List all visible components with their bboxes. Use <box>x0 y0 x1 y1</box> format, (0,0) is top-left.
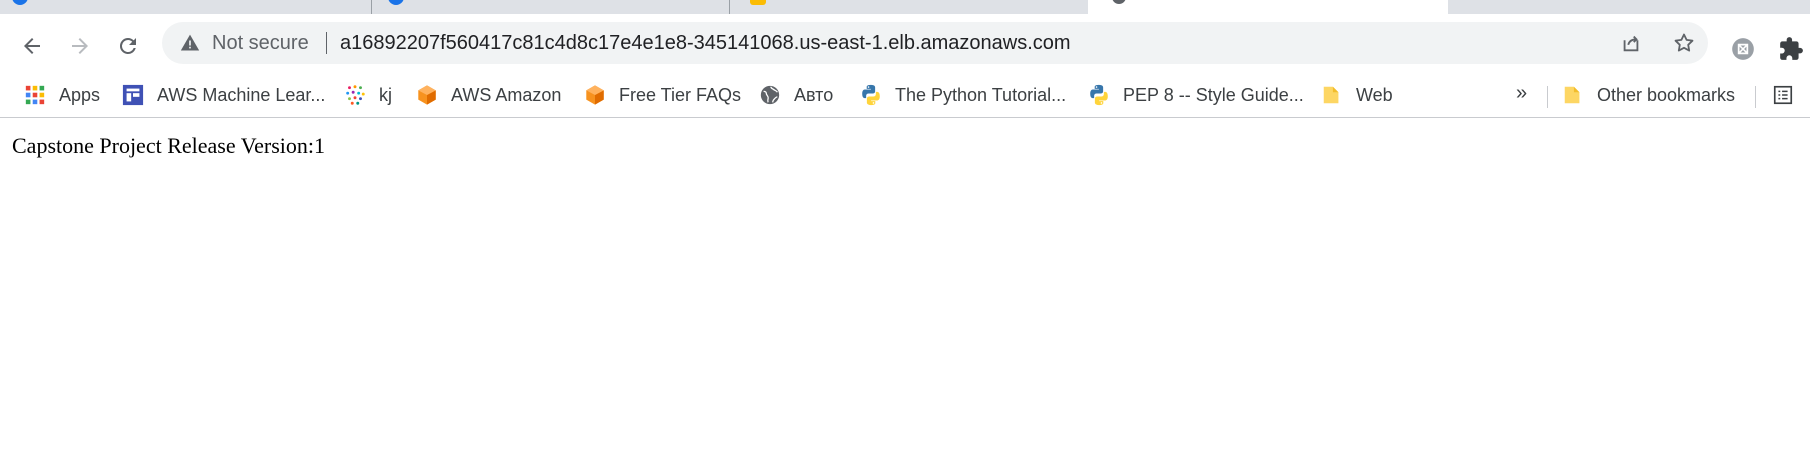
reload-icon <box>119 37 136 54</box>
bookmark-free-tier-faqs[interactable]: Free Tier FAQs <box>584 80 741 110</box>
omnibox-divider <box>326 32 327 54</box>
bookmark-aws-machine-learning[interactable]: AWS Machine Lear... <box>122 80 325 110</box>
tab-favicon <box>388 0 404 5</box>
bookmark-label: Apps <box>59 85 101 105</box>
tab-favicon <box>750 0 766 5</box>
aws-cube-icon <box>586 85 604 105</box>
star-icon[interactable] <box>1672 31 1696 55</box>
bookmark-aws-amazon[interactable]: AWS Amazon <box>416 80 561 110</box>
bookmark-label: kj <box>379 85 392 105</box>
tab-favicon <box>12 0 28 5</box>
share-icon[interactable] <box>1620 32 1642 54</box>
tab-strip <box>0 0 1810 14</box>
python-icon <box>862 84 880 106</box>
bookmark-label: PEP 8 -- Style Guide... <box>1123 85 1304 105</box>
bookmarks-overflow-button[interactable]: » <box>1516 82 1527 105</box>
bookmark-label: AWS Machine Lear... <box>157 85 326 105</box>
apps-grid-icon <box>25 85 45 105</box>
colorful-dots-icon <box>346 85 365 105</box>
aws-cube-icon <box>418 85 436 105</box>
arrow-right-icon <box>72 38 88 54</box>
security-label[interactable]: Not secure <box>212 33 309 53</box>
bookmark-python-tutorial[interactable]: The Python Tutorial... <box>860 80 1066 110</box>
reading-list-button[interactable] <box>1772 80 1807 110</box>
bookmark-label: The Python Tutorial... <box>895 85 1067 105</box>
tab-favicon <box>1112 0 1126 4</box>
tab-active[interactable] <box>1088 0 1448 14</box>
bookmarks-divider <box>1547 86 1548 108</box>
tab-strip-empty <box>1448 0 1810 14</box>
browser-toolbar: Not secure a16892207f560417c81c4d8c17e4e… <box>0 14 1810 74</box>
bookmark-label: Web <box>1356 85 1393 105</box>
bookmark-pep8[interactable]: PEP 8 -- Style Guide... <box>1088 80 1304 110</box>
bookmark-folder-web[interactable]: Web <box>1321 80 1393 110</box>
folder-icon <box>1323 86 1339 104</box>
bookmark-avto[interactable]: Авто <box>759 80 833 110</box>
python-icon <box>1090 84 1108 106</box>
bookmark-label: Авто <box>794 85 834 105</box>
bookmark-label: AWS Amazon <box>451 85 562 105</box>
page-content: Capstone Project Release Version:1 <box>0 119 1810 471</box>
reading-list-icon <box>1773 85 1793 105</box>
bookmarks-bar: Apps AWS Machine Lear... kj AWS Amazon F… <box>0 74 1810 118</box>
bookmarks-divider <box>1755 86 1756 108</box>
url-text[interactable]: a16892207f560417c81c4d8c17e4e1e8-3451410… <box>340 33 1071 53</box>
bookmark-other-bookmarks[interactable]: Other bookmarks <box>1562 80 1735 110</box>
folder-icon <box>1564 86 1580 104</box>
release-version-text: Capstone Project Release Version:1 <box>12 133 326 158</box>
address-bar[interactable]: Not secure a16892207f560417c81c4d8c17e4e… <box>162 22 1708 64</box>
back-button[interactable] <box>14 28 50 64</box>
puzzle-icon[interactable] <box>1778 36 1804 62</box>
tab-2[interactable] <box>372 0 730 14</box>
reload-button[interactable] <box>110 28 146 64</box>
warning-icon[interactable] <box>180 33 200 53</box>
extension-icon[interactable] <box>1730 36 1756 62</box>
bookmark-label: Other bookmarks <box>1597 85 1736 105</box>
bookmark-apps[interactable]: Apps <box>24 80 100 110</box>
tab-1[interactable] <box>0 0 372 14</box>
tab-3[interactable] <box>730 0 1088 14</box>
arrow-left-icon <box>24 38 40 54</box>
bookmark-label: Free Tier FAQs <box>619 85 742 105</box>
aws-ml-icon <box>122 84 144 106</box>
forward-button[interactable] <box>62 28 98 64</box>
bookmark-kj[interactable]: kj <box>344 80 392 110</box>
globe-icon <box>760 85 780 105</box>
